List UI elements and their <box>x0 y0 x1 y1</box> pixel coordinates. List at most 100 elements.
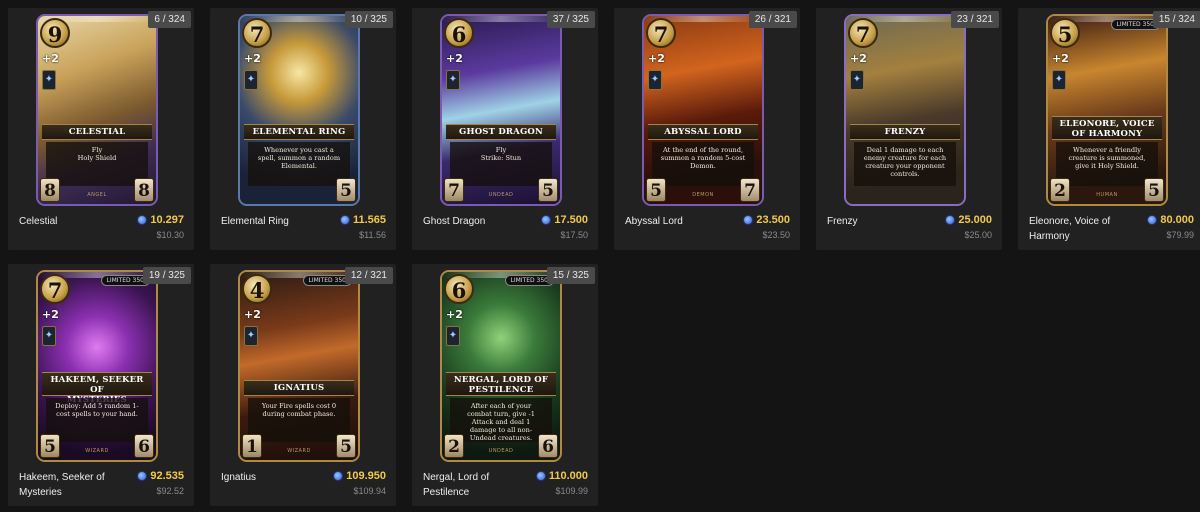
health-stat: 8 <box>134 178 154 202</box>
card-title-line1: GHOST DRAGON <box>459 127 543 137</box>
card-rules-text: Fly Strike: Stun <box>450 142 552 186</box>
bonus-indicator: +2 <box>850 52 867 65</box>
mana-cost-gem: 7 <box>242 18 272 48</box>
bonus-indicator: +2 <box>42 308 59 321</box>
usd-price: $11.56 <box>359 230 386 240</box>
bonus-indicator: +2 <box>446 308 463 321</box>
copy-count-badge: 19 / 325 <box>142 267 191 284</box>
faction-icon: ✦ <box>648 70 662 90</box>
health-stat: 6 <box>538 434 558 458</box>
bonus-indicator: +2 <box>244 308 261 321</box>
copy-count-badge: 15 / 324 <box>1152 11 1200 28</box>
card-rules-text: Whenever a friendly creature is summoned… <box>1056 142 1158 186</box>
card-title-ribbon: FRENZY <box>850 124 960 140</box>
bonus-indicator: +2 <box>1052 52 1069 65</box>
card-image[interactable]: 4 +2 ✦ LIMITED 350 IGNATIUS Your Fire spells … <box>238 270 360 462</box>
gods-price-value: 92.535 <box>150 470 184 482</box>
gods-token-icon <box>541 215 552 225</box>
gods-price: 25.000 <box>945 214 992 226</box>
attack-stat: 7 <box>444 178 464 202</box>
gods-token-icon <box>1147 215 1158 225</box>
card-tile[interactable]: 26 / 321 7 +2 ✦ ABYSSAL LORD At the end of th… <box>614 8 800 250</box>
card-title-ribbon: CELESTIAL <box>42 124 152 140</box>
card-title-line1: ELEMENTAL RING <box>252 127 346 137</box>
card-name-label: Frenzy <box>827 216 858 227</box>
copy-count-badge: 15 / 325 <box>546 267 595 284</box>
copy-count-badge: 12 / 321 <box>344 267 393 284</box>
mana-cost-gem: 5 <box>1050 18 1080 48</box>
card-rules-text: Deal 1 damage to each enemy creature for… <box>854 142 956 186</box>
card-tile[interactable]: 37 / 325 6 +2 ✦ GHOST DRAGON Fly Strike: Stun… <box>412 8 598 250</box>
mana-cost-gem: 7 <box>40 274 70 304</box>
card-title-line1: HAKEEM, SEEKER OF <box>50 375 144 395</box>
gods-price-value: 10.297 <box>150 214 184 226</box>
bonus-indicator: +2 <box>648 52 665 65</box>
card-title-line1: ABYSSAL LORD <box>664 127 742 137</box>
card-image[interactable]: 6 +2 ✦ LIMITED 350 NERGAL, LORD OF PESTILENCE… <box>440 270 562 462</box>
gods-token-icon <box>137 215 148 225</box>
health-stat: 5 <box>336 178 356 202</box>
gods-price: 109.950 <box>333 470 386 482</box>
card-image[interactable]: 7 +2 ✦ ABYSSAL LORD At the end of the round,… <box>642 14 764 206</box>
card-title-ribbon: ELEMENTAL RING <box>244 124 354 140</box>
card-name-label: Ghost Dragon <box>423 216 486 227</box>
gods-price: 110.000 <box>535 470 588 482</box>
card-image[interactable]: 9 +2 ✦ CELESTIAL Fly Holy Shield ANGEL 8 8 <box>36 14 158 206</box>
card-image[interactable]: 5 +2 ✦ LIMITED 350 ELEONORE, VOICE OF HARMONY… <box>1046 14 1168 206</box>
card-tile[interactable]: 12 / 321 4 +2 ✦ LIMITED 350 IGNATIUS Your Fire… <box>210 264 396 506</box>
card-title-ribbon: IGNATIUS <box>244 380 354 396</box>
usd-price: $109.94 <box>353 486 386 496</box>
mana-cost-gem: 4 <box>242 274 272 304</box>
card-name-label: Elemental Ring <box>221 216 289 227</box>
card-title-line1: CELESTIAL <box>68 127 126 137</box>
faction-icon: ✦ <box>446 326 460 346</box>
gods-token-icon <box>535 471 546 481</box>
card-name-label: Nergal, Lord of Pestilence <box>423 472 490 498</box>
copy-count-badge: 10 / 325 <box>344 11 393 28</box>
card-tile[interactable]: 10 / 325 7 +2 ✦ ELEMENTAL RING Whenever you c… <box>210 8 396 250</box>
gods-price-value: 109.950 <box>346 470 386 482</box>
attack-stat: 2 <box>1050 178 1070 202</box>
card-title-ribbon: NERGAL, LORD OF PESTILENCE <box>446 372 556 396</box>
card-tile[interactable]: 6 / 324 9 +2 ✦ CELESTIAL Fly Holy Shield ANGEL… <box>8 8 194 250</box>
gods-price: 80.000 <box>1147 214 1194 226</box>
card-tile[interactable]: 15 / 325 6 +2 ✦ LIMITED 350 NERGAL, LORD OF PE… <box>412 264 598 506</box>
gods-price: 10.297 <box>137 214 184 226</box>
gods-token-icon <box>333 471 344 481</box>
gods-token-icon <box>743 215 754 225</box>
mana-cost-gem: 7 <box>646 18 676 48</box>
gods-price-value: 80.000 <box>1160 214 1194 226</box>
card-rules-text: Fly Holy Shield <box>46 142 148 186</box>
card-rules-text: Deploy: Add 5 random 1-cost spells to yo… <box>46 398 148 442</box>
card-title-ribbon: ABYSSAL LORD <box>648 124 758 140</box>
card-tile[interactable]: 19 / 325 7 +2 ✦ LIMITED 350 HAKEEM, SEEKER OF… <box>8 264 194 506</box>
usd-price: $109.99 <box>555 486 588 496</box>
health-stat: 6 <box>134 434 154 458</box>
card-image[interactable]: 7+2✦LIMITED 350HAKEEM, SEEKER OFMYSTERIE… <box>36 270 158 462</box>
usd-price: $92.52 <box>156 486 184 496</box>
usd-price: $25.00 <box>964 230 992 240</box>
card-name-label: Eleonore, Voice of Harmony <box>1029 216 1111 242</box>
card-image[interactable]: 6 +2 ✦ GHOST DRAGON Fly Strike: Stun UNDEAD 7 5 <box>440 14 562 206</box>
faction-icon: ✦ <box>850 70 864 90</box>
attack-stat: 2 <box>444 434 464 458</box>
faction-icon: ✦ <box>1052 70 1066 90</box>
card-rules-text: Whenever you cast a spell, summon a rand… <box>248 142 350 186</box>
card-tile[interactable]: 23 / 321 7 +2 ✦ FRENZY Deal 1 damage to each … <box>816 8 1002 250</box>
gods-price: 23.500 <box>743 214 790 226</box>
health-stat: 7 <box>740 178 760 202</box>
mana-cost-gem: 6 <box>444 274 474 304</box>
mana-cost-gem: 6 <box>444 18 474 48</box>
card-image[interactable]: 7 +2 ✦ ELEMENTAL RING Whenever you cast a sp… <box>238 14 360 206</box>
card-name-label: Celestial <box>19 216 58 227</box>
card-image[interactable]: 7 +2 ✦ FRENZY Deal 1 damage to each enemy cr… <box>844 14 966 206</box>
card-title-line1: IGNATIUS <box>273 383 325 393</box>
card-tile[interactable]: 15 / 324 5 +2 ✦ LIMITED 350 ELEONORE, VOICE OF… <box>1018 8 1200 250</box>
attack-stat: 5 <box>40 434 60 458</box>
faction-icon: ✦ <box>446 70 460 90</box>
faction-icon: ✦ <box>42 70 56 90</box>
card-title-line2: OF HARMONY <box>1071 129 1143 139</box>
copy-count-badge: 23 / 321 <box>950 11 999 28</box>
card-title-ribbon: ELEONORE, VOICE OF HARMONY <box>1052 116 1162 140</box>
attack-stat: 1 <box>242 434 262 458</box>
